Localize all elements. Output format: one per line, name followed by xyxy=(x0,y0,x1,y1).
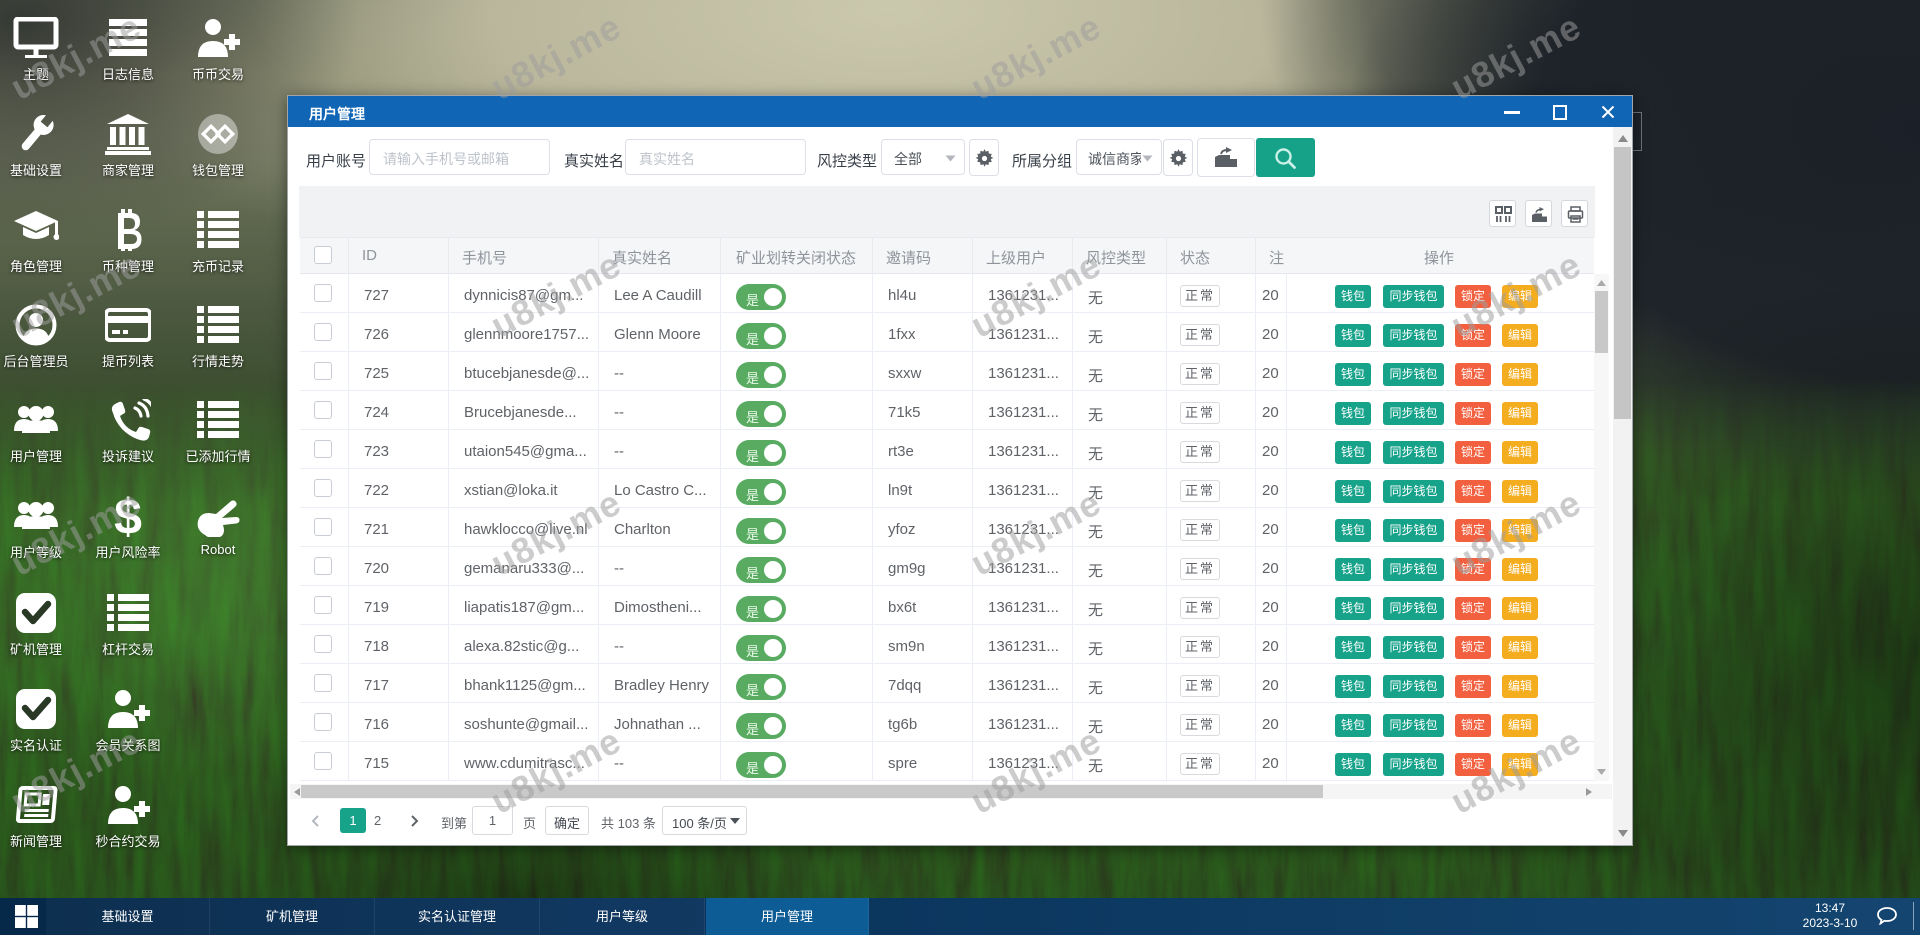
svg-text:$: $ xyxy=(114,495,142,537)
